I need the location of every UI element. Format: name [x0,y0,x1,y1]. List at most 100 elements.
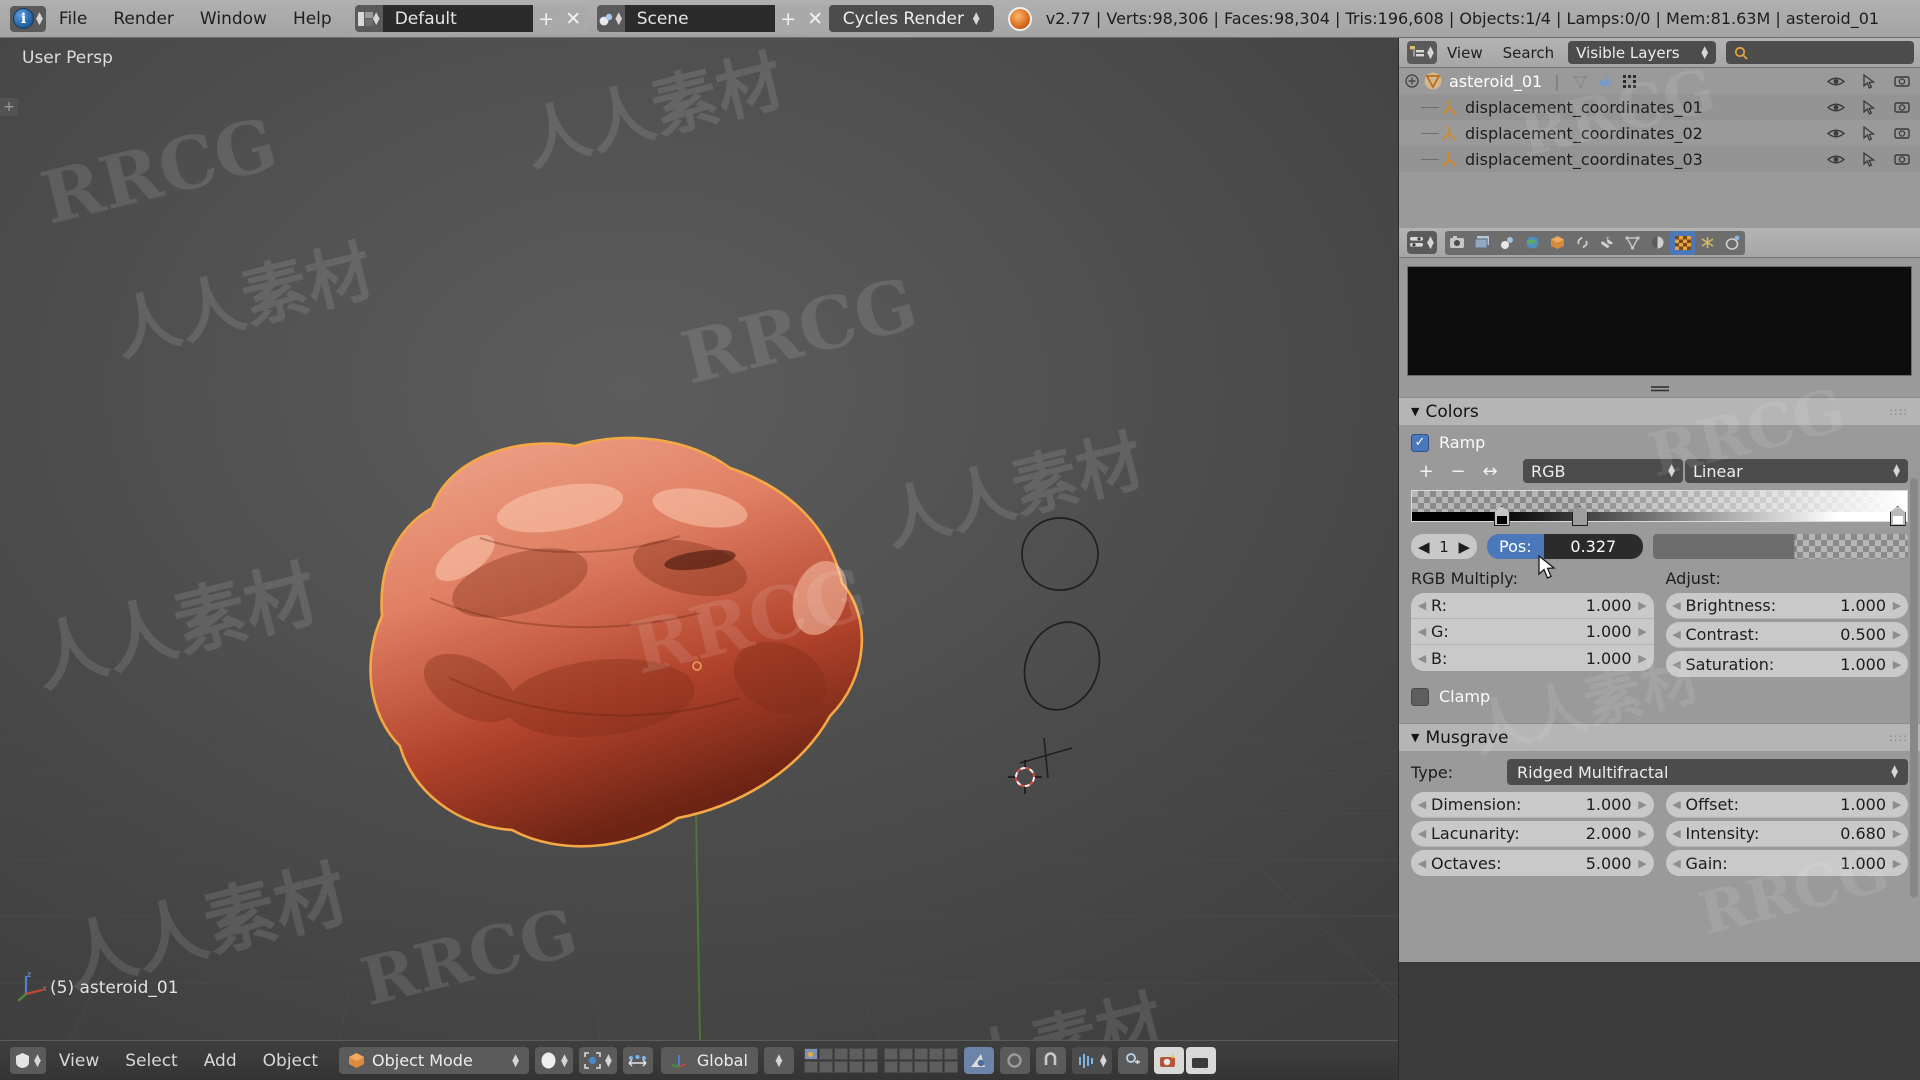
properties-editor[interactable]: ▲ ▼ ▼ Colors:::: ✓ Ramp + − ↔ RGB ▲ ▼ L… [1398,228,1920,1080]
scene-layers[interactable] [803,1048,958,1073]
snap-during-transform-toggle[interactable] [999,1047,1030,1074]
layer-cell[interactable] [943,1048,958,1060]
outliner-display-mode[interactable]: Visible Layers ▲ ▼ [1568,41,1717,64]
render-layers-tab-icon[interactable] [1470,231,1495,255]
particles-tab-icon[interactable] [1695,231,1720,255]
footer-menu-add[interactable]: Add [191,1041,250,1080]
increment-arrow-icon[interactable]: ▶ [1892,827,1902,840]
color-ramp-widget[interactable] [1411,490,1908,526]
decrement-arrow-icon[interactable]: ◀ [1672,599,1682,612]
proportional-edit-toggle[interactable] [963,1047,994,1074]
layer-cell[interactable] [848,1048,863,1060]
musgrave-panel-header[interactable]: ▼ Musgrave :::: [1399,723,1920,751]
constraints-tab-icon[interactable] [1570,231,1595,255]
ramp-stop-2[interactable] [1889,506,1906,526]
field-octaves[interactable]: ◀ Octaves: 5.000 ▶ [1411,850,1654,876]
cursor-selectable-icon[interactable] [1863,125,1876,141]
colors-panel-header[interactable]: ▼ Colors :::: [1399,397,1920,425]
decrement-arrow-icon[interactable]: ◀ [1417,798,1427,811]
layer-cell[interactable] [818,1048,833,1060]
cursor-selectable-icon[interactable] [1863,73,1876,89]
eye-visibility-icon[interactable] [1827,101,1845,114]
layer-cell[interactable] [848,1061,863,1073]
decrement-arrow-icon[interactable]: ◀ [1672,658,1682,671]
layer-cell[interactable] [803,1048,818,1060]
musgrave-type-select[interactable]: Ridged Multifractal ▲ ▼ [1507,759,1908,785]
ramp-interpolation-select[interactable]: Linear ▲ ▼ [1685,459,1908,483]
eye-visibility-icon[interactable] [1827,127,1845,140]
ramp-stop-index-stepper[interactable]: ◀ 1 ▶ [1411,534,1477,559]
layer-cell[interactable] [898,1048,913,1060]
field-g[interactable]: ◀ G: 1.000 ▶ [1411,619,1654,645]
ramp-checkbox[interactable]: ✓ [1411,433,1429,452]
field-contrast[interactable]: ◀ Contrast: 0.500 ▶ [1665,622,1908,648]
flip-ramp-button[interactable]: ↔ [1475,459,1505,483]
add-screen-layout-button[interactable]: + [532,5,560,32]
field-offset[interactable]: ◀ Offset: 1.000 ▶ [1665,792,1908,818]
pivot-point-selector[interactable]: ▲ ▼ [578,1047,617,1074]
delete-screen-layout-button[interactable]: ✕ [559,5,587,32]
outliner-row-asteroid-01[interactable]: asteroid_01 | [1399,68,1920,94]
vertex-group-icon[interactable] [1622,74,1639,89]
decrement-arrow-icon[interactable]: ◀ [1417,652,1427,665]
clamp-checkbox[interactable] [1411,687,1429,706]
modifiers-tab-icon[interactable] [1595,231,1620,255]
menu-help[interactable]: Help [280,0,345,38]
field-intensity[interactable]: ◀ Intensity: 0.680 ▶ [1665,821,1908,847]
layer-cell[interactable] [818,1061,833,1073]
render-tab-icon[interactable] [1445,231,1470,255]
viewport-shading-selector[interactable]: ▲ ▼ [535,1047,573,1074]
layer-cell[interactable] [883,1048,898,1060]
panel-drag-grip[interactable]: :::: [1889,406,1908,417]
increment-arrow-icon[interactable]: ▶ [1892,857,1902,870]
screen-layout-selector[interactable]: ▲ ▼ Default + ✕ [354,5,587,32]
increment-arrow-icon[interactable]: ▶ [1892,658,1902,671]
camera-renderable-icon[interactable] [1894,126,1912,140]
menu-file[interactable]: File [46,0,100,38]
eye-visibility-icon[interactable] [1827,153,1845,166]
increment-arrow-icon[interactable]: ▶ [1892,599,1902,612]
viewport-toolshelf-tab[interactable]: + [0,98,18,116]
layer-cell[interactable] [833,1061,848,1073]
ramp-controls-row[interactable]: + − ↔ RGB ▲ ▼ Linear ▲ ▼ [1411,459,1908,483]
decrement-arrow-icon[interactable]: ◀ [1672,827,1682,840]
layer-cell[interactable] [928,1061,943,1073]
modifier-wrench-icon[interactable] [1597,74,1614,89]
layer-cell[interactable] [913,1061,928,1073]
manipulator-toggle[interactable] [622,1047,653,1074]
outliner-editor-icon[interactable]: ▲ ▼ [1407,41,1437,64]
camera-renderable-icon[interactable] [1894,152,1912,166]
outliner-row-toggles[interactable] [1827,151,1912,167]
layer-cell[interactable] [943,1061,958,1073]
delete-scene-button[interactable]: ✕ [801,5,829,32]
ramp-stop-1-active[interactable] [1571,506,1588,526]
outliner-row-toggles[interactable] [1827,99,1912,115]
decrement-arrow-icon[interactable]: ◀ [1417,827,1427,840]
decrement-arrow-icon[interactable]: ◀ [1417,599,1427,612]
increment-arrow-icon[interactable]: ▶ [1638,625,1648,638]
clamp-toggle-row[interactable]: Clamp [1411,687,1908,706]
field-lacunarity[interactable]: ◀ Lacunarity: 2.000 ▶ [1411,821,1654,847]
field-r[interactable]: ◀ R: 1.000 ▶ [1411,593,1654,619]
world-tab-icon[interactable] [1520,231,1545,255]
layer-cell[interactable] [898,1061,913,1073]
menu-render[interactable]: Render [100,0,187,38]
field-brightness[interactable]: ◀ Brightness: 1.000 ▶ [1665,593,1908,619]
pos-value[interactable]: 0.327 [1543,534,1643,559]
scene-tab-icon[interactable] [1495,231,1520,255]
field-b[interactable]: ◀ B: 1.000 ▶ [1411,645,1654,671]
increment-arrow-icon[interactable]: ▶ [1892,628,1902,641]
camera-renderable-icon[interactable] [1894,74,1912,88]
increment-arrow-icon[interactable]: ▶ [1638,857,1648,870]
mesh-data-icon[interactable] [1572,74,1589,89]
ramp-stop-color-swatch[interactable] [1653,534,1908,559]
outliner-menu-view[interactable]: View [1437,44,1493,62]
outliner-row-displacement-01[interactable]: displacement_coordinates_01 [1399,94,1920,120]
viewport-editor-type-icon[interactable]: ▲ ▼ [10,1047,46,1074]
eye-visibility-icon[interactable] [1827,75,1845,88]
layer-cell[interactable] [928,1048,943,1060]
footer-menu-object[interactable]: Object [250,1041,331,1080]
layer-cell[interactable] [803,1061,818,1073]
outliner-row-toggles[interactable] [1827,125,1912,141]
outliner-row-displacement-02[interactable]: displacement_coordinates_02 [1399,120,1920,146]
